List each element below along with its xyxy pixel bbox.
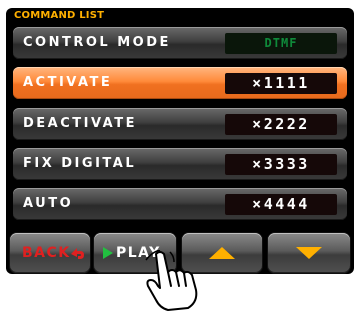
row-value: ×3333	[225, 154, 337, 175]
row-control-mode[interactable]: CONTROL MODE DTMF	[13, 27, 347, 59]
row-label: AUTO	[23, 196, 74, 211]
down-button[interactable]	[268, 233, 350, 273]
row-label: FIX DIGITAL	[23, 156, 137, 171]
row-value: ×4444	[225, 194, 337, 215]
down-arrow-icon	[296, 247, 322, 259]
back-label: BACK	[22, 245, 71, 261]
up-arrow-icon	[209, 247, 235, 259]
row-deactivate[interactable]: DEACTIVATE ×2222	[13, 108, 347, 140]
play-icon	[103, 247, 113, 259]
row-label: DEACTIVATE	[23, 116, 137, 131]
row-activate[interactable]: ACTIVATE ×1111	[13, 67, 347, 99]
back-button[interactable]: BACK	[10, 233, 90, 273]
pointing-hand-icon	[145, 250, 198, 311]
row-value: DTMF	[225, 33, 337, 54]
row-label: CONTROL MODE	[23, 35, 171, 50]
row-fix-digital[interactable]: FIX DIGITAL ×3333	[13, 148, 347, 180]
return-arrow-icon	[71, 248, 84, 259]
row-value: ×1111	[225, 73, 337, 94]
row-auto[interactable]: AUTO ×4444	[13, 188, 347, 220]
command-list-screen: COMMAND LIST CONTROL MODE DTMF ACTIVATE …	[6, 8, 354, 274]
row-label: ACTIVATE	[23, 75, 113, 90]
row-value: ×2222	[225, 114, 337, 135]
screen-title: COMMAND LIST	[14, 10, 105, 21]
